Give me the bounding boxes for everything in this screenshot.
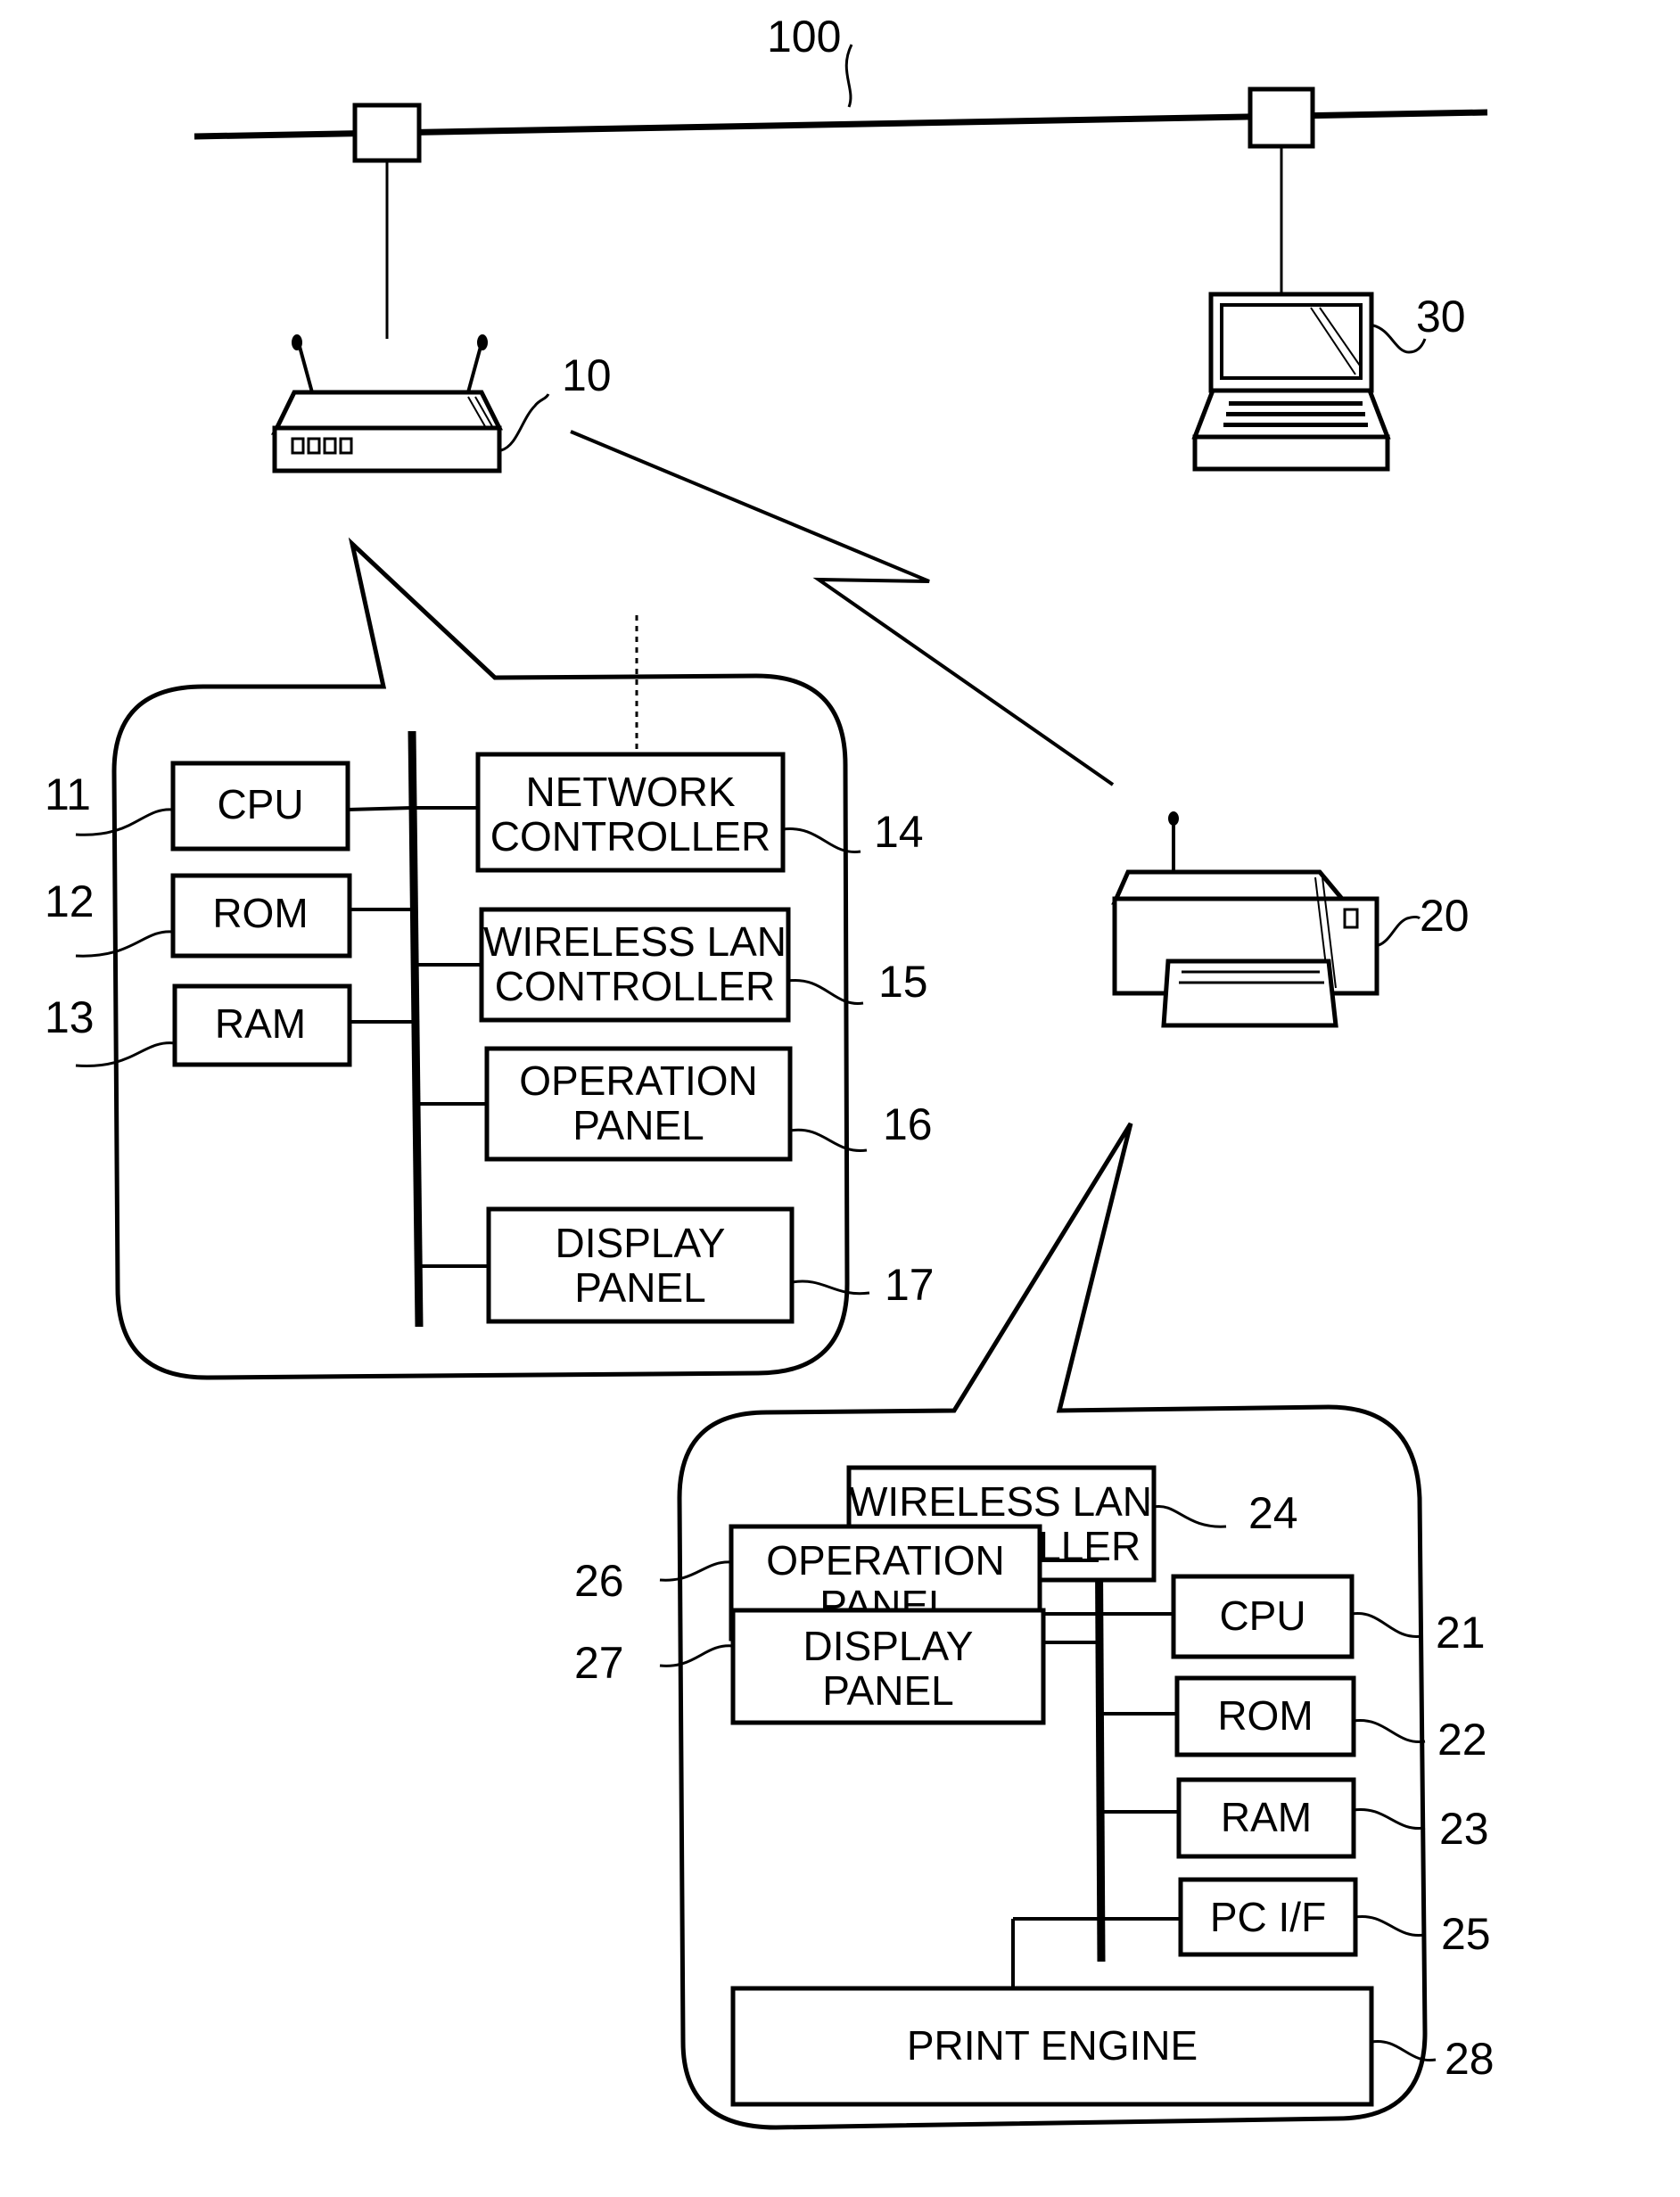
- svg-text:23: 23: [1439, 1804, 1489, 1854]
- ref-label-30: 30: [1416, 292, 1466, 341]
- ref-leader-20: [1378, 916, 1421, 947]
- system-diagram: 100 10 30 20 CPU 11 ROM 12 RAM 13 NETWOR…: [45, 12, 1495, 2130]
- svg-text:WIRELESS LAN: WIRELESS LAN: [849, 1478, 1152, 1525]
- block-12: ROM 12: [45, 873, 414, 959]
- ref-leader-100: [844, 44, 853, 108]
- network-tap-left: [352, 103, 422, 163]
- ref-label-10: 10: [562, 350, 612, 400]
- block-13: RAM 13: [45, 983, 414, 1067]
- svg-text:12: 12: [45, 876, 95, 926]
- block-21: CPU 21: [1099, 1574, 1486, 1659]
- svg-text:16: 16: [883, 1099, 933, 1149]
- block-27: DISPLAY PANEL 27: [574, 1608, 1099, 1725]
- svg-text:11: 11: [45, 769, 91, 819]
- svg-text:DISPLAY: DISPLAY: [803, 1623, 974, 1669]
- svg-text:27: 27: [574, 1638, 624, 1688]
- printer-icon: [1111, 811, 1379, 1028]
- svg-text:CONTROLLER: CONTROLLER: [495, 963, 775, 1009]
- svg-text:OPERATION: OPERATION: [766, 1537, 1005, 1584]
- svg-text:ROM: ROM: [212, 890, 308, 936]
- access-point-icon: [270, 334, 504, 473]
- svg-text:CPU: CPU: [1219, 1592, 1305, 1639]
- ref-label-20: 20: [1420, 891, 1470, 941]
- svg-text:RAM: RAM: [1221, 1794, 1312, 1840]
- block-17: DISPLAY PANEL 17: [417, 1206, 935, 1324]
- svg-text:24: 24: [1248, 1488, 1298, 1538]
- svg-text:NETWORK: NETWORK: [525, 769, 735, 815]
- svg-text:CPU: CPU: [217, 781, 303, 827]
- block-22: ROM 22: [1100, 1675, 1487, 1765]
- svg-text:ROM: ROM: [1217, 1692, 1313, 1739]
- svg-text:OPERATION: OPERATION: [519, 1057, 758, 1104]
- network-tap-right: [1248, 86, 1315, 149]
- block-16: OPERATION PANEL 16: [416, 1046, 933, 1162]
- computer-icon: [1191, 292, 1391, 472]
- svg-text:13: 13: [45, 992, 95, 1042]
- svg-text:PANEL: PANEL: [822, 1667, 953, 1714]
- block-15: WIRELESS LAN CONTROLLER 15: [416, 907, 928, 1023]
- block-28: PRINT ENGINE 28: [730, 1986, 1495, 2107]
- ref-label-100: 100: [767, 12, 841, 62]
- svg-text:14: 14: [874, 807, 924, 857]
- svg-text:15: 15: [878, 957, 928, 1007]
- ref-leader-10: [500, 393, 550, 452]
- svg-text:17: 17: [885, 1260, 935, 1310]
- svg-text:PANEL: PANEL: [572, 1102, 704, 1148]
- svg-text:26: 26: [574, 1556, 624, 1606]
- block-25: PC I/F 25: [1011, 1877, 1491, 1987]
- svg-text:RAM: RAM: [215, 1000, 306, 1047]
- svg-text:25: 25: [1441, 1909, 1491, 1959]
- svg-text:DISPLAY: DISPLAY: [556, 1220, 726, 1266]
- svg-text:WIRELESS LAN: WIRELESS LAN: [483, 918, 786, 965]
- svg-text:21: 21: [1436, 1608, 1486, 1658]
- ap-bus: [408, 730, 424, 1328]
- block-23: RAM 23: [1100, 1777, 1489, 1859]
- svg-text:22: 22: [1437, 1715, 1487, 1765]
- svg-text:PC I/F: PC I/F: [1210, 1894, 1326, 1940]
- svg-text:PANEL: PANEL: [574, 1264, 705, 1311]
- svg-text:28: 28: [1445, 2034, 1495, 2084]
- block-11: CPU 11: [45, 761, 413, 852]
- svg-text:PRINT ENGINE: PRINT ENGINE: [907, 2022, 1198, 2069]
- network-100: 100: [194, 12, 1488, 339]
- svg-text:CONTROLLER: CONTROLLER: [490, 813, 770, 860]
